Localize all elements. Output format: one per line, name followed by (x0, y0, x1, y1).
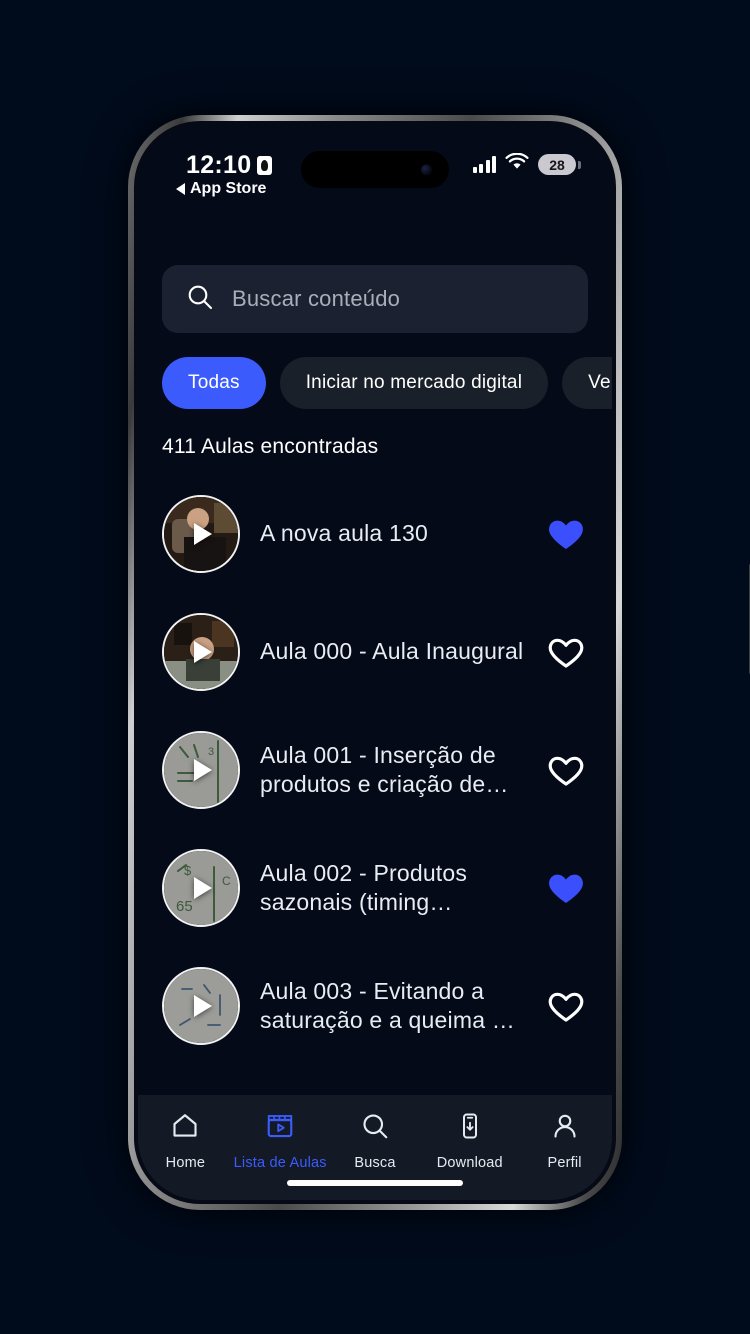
svg-text:C: C (222, 874, 231, 888)
phone-inner-bezel: 12:10 App Store 28 Buscar conteúdo Todas… (134, 121, 616, 1204)
svg-text:$: $ (184, 863, 192, 878)
battery-indicator: 28 (538, 154, 576, 175)
nav-item-lista-de-aulas[interactable]: Lista de Aulas (233, 1111, 328, 1171)
phone-screen: 12:10 App Store 28 Buscar conteúdo Todas… (138, 125, 612, 1200)
phone-frame: 12:10 App Store 28 Buscar conteúdo Todas… (128, 115, 750, 1210)
lesson-title: Aula 002 - Produtos sazonais (timing pro… (260, 859, 468, 915)
nav-label-home: Home (165, 1155, 206, 1171)
nav-item-home[interactable]: Home (138, 1111, 233, 1171)
back-arrow-icon (176, 183, 185, 195)
back-to-app-store-label: App Store (190, 180, 267, 197)
list-item[interactable]: A nova aula 130 (138, 475, 612, 593)
play-icon (194, 759, 212, 781)
phone-download-icon (455, 1111, 485, 1146)
filter-chip-vendas[interactable]: Vendas (562, 357, 612, 409)
app-content: Buscar conteúdo Todas Iniciar no mercado… (138, 221, 612, 1200)
list-item[interactable]: Aula 003 - Evitando a saturação e a quei… (138, 947, 612, 1065)
lesson-title: Aula 001 - Inserção de produtos e criaçã… (260, 741, 496, 797)
lesson-thumbnail[interactable] (162, 967, 240, 1045)
clapperboard-icon (265, 1111, 295, 1146)
play-icon (194, 641, 212, 663)
play-icon (194, 877, 212, 899)
search-section: Buscar conteúdo (138, 221, 612, 333)
lesson-title: Aula 000 - Aula Inaugural (260, 638, 524, 665)
lesson-thumbnail[interactable] (162, 613, 240, 691)
nav-item-perfil[interactable]: Perfil (517, 1111, 612, 1171)
nav-label-lista-de-aulas: Lista de Aulas (233, 1155, 327, 1171)
lesson-thumbnail[interactable]: $ 65 C (162, 849, 240, 927)
status-indicators: 28 (472, 152, 576, 176)
front-camera (421, 164, 432, 175)
home-indicator[interactable] (287, 1180, 463, 1186)
person-icon (550, 1111, 580, 1146)
wifi-icon (505, 152, 529, 176)
filter-chip-todas[interactable]: Todas (162, 357, 266, 409)
lesson-title: A nova aula 130 (260, 520, 428, 547)
favorite-heart-icon-outline[interactable] (546, 750, 586, 790)
nav-item-download[interactable]: Download (422, 1111, 517, 1171)
cellular-signal-icon (472, 156, 496, 173)
svg-text:65: 65 (176, 898, 193, 915)
location-arrow-icon (257, 156, 273, 175)
nav-label-perfil: Perfil (547, 1155, 582, 1171)
search-placeholder: Buscar conteúdo (232, 286, 401, 311)
nav-item-busca[interactable]: Busca (328, 1111, 423, 1171)
status-bar: 12:10 App Store 28 (138, 125, 612, 221)
list-item[interactable]: Aula 000 - Aula Inaugural (138, 593, 612, 711)
search-icon (186, 283, 214, 316)
filter-chips[interactable]: Todas Iniciar no mercado digital Vendas (138, 333, 612, 409)
filter-chip-iniciar-no-mercado-digital[interactable]: Iniciar no mercado digital (279, 357, 549, 409)
list-item[interactable]: $ 65 C Aula 002 - Produtos sazonais (tim… (138, 829, 612, 947)
nav-label-download: Download (436, 1155, 503, 1171)
list-item[interactable]: 3 Aula 001 - Inserção de produtos e cria… (138, 711, 612, 829)
search-icon (360, 1111, 390, 1146)
favorite-heart-icon-outline[interactable] (546, 986, 586, 1026)
home-icon (170, 1111, 200, 1146)
nav-label-busca: Busca (354, 1155, 396, 1171)
lesson-list[interactable]: A nova aula 130 Aula 000 - Aula Inaugura… (138, 459, 612, 1095)
dynamic-island (301, 151, 449, 188)
back-to-app-store-link[interactable]: App Store (176, 180, 266, 198)
status-time: 12:10 (186, 151, 252, 179)
status-time-group: 12:10 (186, 151, 273, 180)
favorite-heart-icon-filled[interactable] (546, 868, 586, 908)
lesson-thumbnail[interactable] (162, 495, 240, 573)
play-icon (194, 995, 212, 1017)
favorite-heart-icon-filled[interactable] (546, 514, 586, 554)
svg-text:3: 3 (208, 746, 214, 758)
search-input[interactable]: Buscar conteúdo (162, 265, 588, 333)
favorite-heart-icon-outline[interactable] (546, 632, 586, 672)
lesson-thumbnail[interactable]: 3 (162, 731, 240, 809)
results-count: 411 Aulas encontradas (162, 435, 379, 458)
play-icon (194, 523, 212, 545)
lesson-title: Aula 003 - Evitando a saturação e a quei… (260, 977, 518, 1033)
